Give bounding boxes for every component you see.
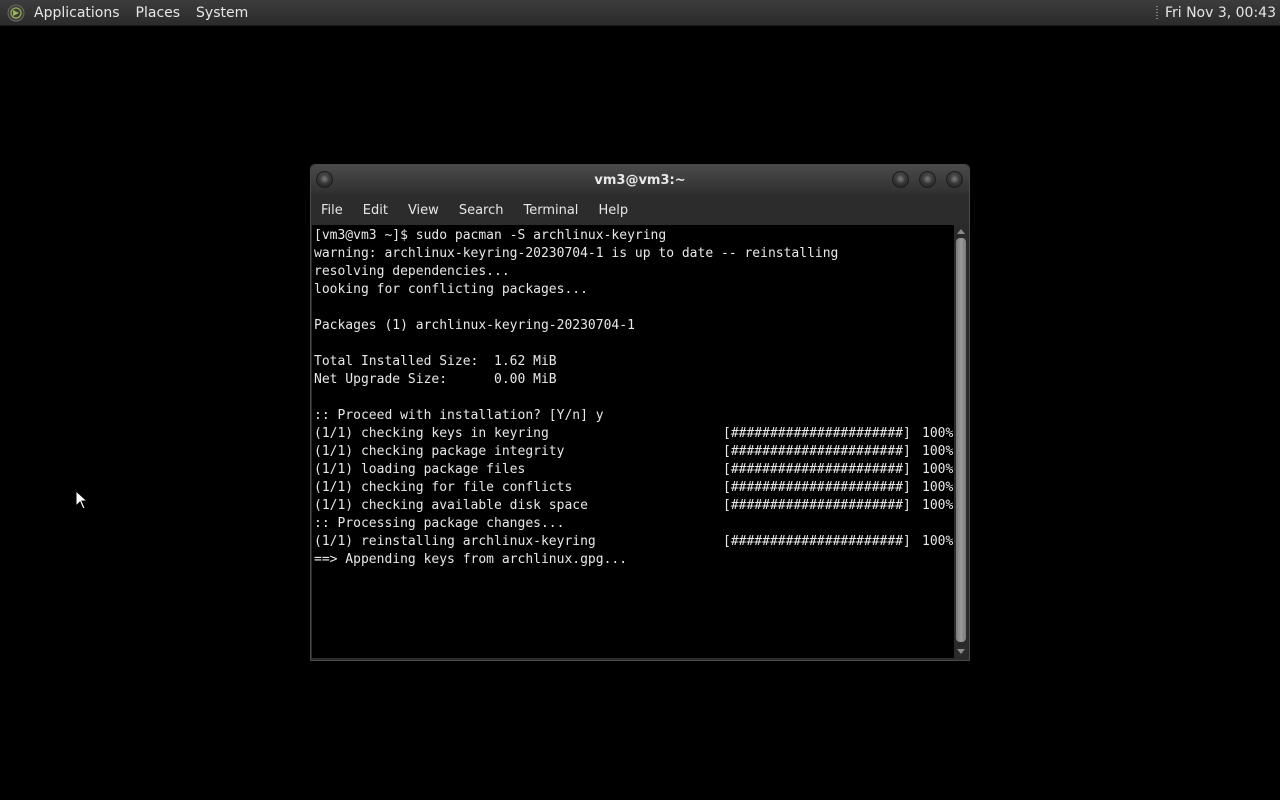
menu-terminal[interactable]: Terminal (513, 203, 588, 218)
menu-help[interactable]: Help (588, 203, 638, 218)
scroll-down-icon[interactable] (957, 649, 965, 654)
terminal-menubar: File Edit View Search Terminal Help (311, 195, 969, 225)
progress-label: (1/1) checking keys in keyring (314, 426, 549, 441)
window-titlebar[interactable]: vm3@vm3:~ (311, 165, 969, 195)
terminal-line: looking for conflicting packages... (314, 282, 588, 297)
progress-line: (1/1) reinstalling archlinux-keyring [##… (314, 533, 954, 551)
window-title: vm3@vm3:~ (594, 172, 686, 188)
terminal-line: ==> Appending keys from archlinux.gpg... (314, 552, 628, 567)
terminal-line: Packages (1) archlinux-keyring-20230704-… (314, 318, 635, 333)
scrollbar-thumb[interactable] (956, 238, 966, 642)
terminal-output[interactable]: [vm3@vm3 ~]$ sudo pacman -S archlinux-ke… (312, 225, 954, 658)
top-panel: Applications Places System Fri Nov 3, 00… (0, 0, 1280, 26)
panel-right-area: Fri Nov 3, 00:43 (1154, 0, 1276, 25)
progress-line: (1/1) checking for file conflicts [#####… (314, 479, 954, 497)
progress-line: (1/1) checking package integrity [######… (314, 443, 954, 461)
terminal-window: vm3@vm3:~ File Edit View Search Terminal… (310, 164, 970, 661)
progress-bar: [######################] (723, 534, 911, 549)
terminal-line: :: Proceed with installation? [Y/n] y (314, 408, 604, 423)
terminal-scrollbar[interactable] (954, 225, 968, 658)
progress-percent: 100% (922, 498, 954, 513)
window-menu-icon[interactable] (316, 171, 333, 188)
menu-file[interactable]: File (311, 203, 353, 218)
maximize-icon[interactable] (919, 171, 936, 188)
terminal-line: Net Upgrade Size: 0.00 MiB (314, 372, 557, 387)
progress-percent: 100% (922, 534, 954, 549)
menu-edit[interactable]: Edit (353, 203, 398, 218)
terminal-line: [vm3@vm3 ~]$ sudo pacman -S archlinux-ke… (314, 228, 667, 243)
progress-percent: 100% (922, 480, 954, 495)
mouse-pointer-icon (75, 489, 89, 514)
progress-label: (1/1) checking package integrity (314, 444, 565, 459)
progress-label: (1/1) reinstalling archlinux-keyring (314, 534, 596, 549)
distro-logo-icon[interactable] (6, 3, 26, 23)
system-menu[interactable]: System (196, 5, 248, 21)
progress-bar: [######################] (723, 444, 911, 459)
terminal-line: :: Processing package changes... (314, 516, 565, 531)
progress-bar: [######################] (723, 480, 911, 495)
progress-percent: 100% (922, 444, 954, 459)
progress-bar: [######################] (723, 498, 911, 513)
progress-label: (1/1) loading package files (314, 462, 526, 477)
progress-line: (1/1) checking keys in keyring [########… (314, 425, 954, 443)
menu-view[interactable]: View (398, 203, 449, 218)
terminal-line: Total Installed Size: 1.62 MiB (314, 354, 557, 369)
progress-bar: [######################] (723, 426, 911, 441)
progress-label: (1/1) checking for file conflicts (314, 480, 573, 495)
minimize-icon[interactable] (892, 171, 909, 188)
progress-percent: 100% (922, 426, 954, 441)
progress-bar: [######################] (723, 462, 911, 477)
panel-grip-icon[interactable] (1154, 4, 1159, 21)
close-icon[interactable] (946, 171, 963, 188)
terminal-line: resolving dependencies... (314, 264, 510, 279)
terminal-line: warning: archlinux-keyring-20230704-1 is… (314, 246, 839, 261)
applications-menu[interactable]: Applications (34, 5, 120, 21)
progress-line: (1/1) loading package files [###########… (314, 461, 954, 479)
progress-percent: 100% (922, 462, 954, 477)
menu-search[interactable]: Search (449, 203, 514, 218)
progress-label: (1/1) checking available disk space (314, 498, 588, 513)
progress-line: (1/1) checking available disk space [###… (314, 497, 954, 515)
scroll-up-icon[interactable] (957, 229, 965, 234)
places-menu[interactable]: Places (136, 5, 181, 21)
clock[interactable]: Fri Nov 3, 00:43 (1165, 5, 1276, 21)
